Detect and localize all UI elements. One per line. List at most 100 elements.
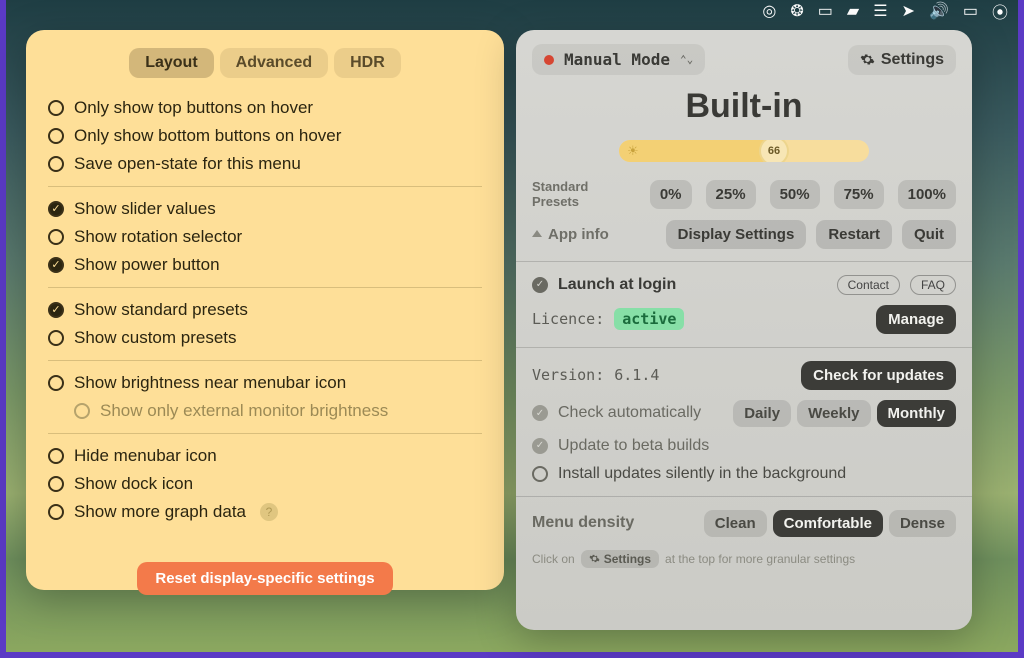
tab-layout[interactable]: Layout [129, 48, 213, 78]
check-icon[interactable] [532, 405, 548, 421]
check-icon [48, 302, 64, 318]
faq-button[interactable]: FAQ [910, 275, 956, 295]
settings-button[interactable]: Settings [848, 45, 956, 75]
pizza-icon[interactable]: ❂ [790, 1, 803, 21]
volume-icon[interactable]: 🔊 [929, 1, 949, 21]
tab-hdr[interactable]: HDR [334, 48, 401, 78]
preset-75[interactable]: 75% [834, 180, 884, 209]
help-icon[interactable]: ? [260, 503, 278, 521]
slider-knob[interactable]: 66 [761, 140, 787, 162]
opt-show-more-graph-data[interactable]: Show more graph data? [48, 498, 482, 526]
sun-icon: ☀ [627, 143, 639, 159]
opt-show-custom-presets[interactable]: Show custom presets [48, 324, 482, 352]
radio-icon [48, 156, 64, 172]
location-icon[interactable]: ➤ [902, 1, 915, 21]
gear-icon [589, 553, 600, 564]
preset-25[interactable]: 25% [706, 180, 756, 209]
display-icon[interactable]: ▭ [818, 1, 833, 21]
check-auto-label: Check automatically [558, 404, 701, 422]
target-icon[interactable]: ◎ [762, 1, 776, 21]
preset-50[interactable]: 50% [770, 180, 820, 209]
radio-icon [48, 100, 64, 116]
launch-at-login-label: Launch at login [558, 276, 676, 294]
restart-button[interactable]: Restart [816, 220, 892, 249]
divider [48, 360, 482, 361]
beta-label: Update to beta builds [558, 437, 709, 455]
opt-save-open-state[interactable]: Save open-state for this menu [48, 150, 482, 178]
reset-display-settings-button[interactable]: Reset display-specific settings [137, 562, 392, 595]
mode-label: Manual Mode [564, 50, 670, 69]
slider-fill [619, 140, 784, 162]
divider [48, 433, 482, 434]
opt-show-standard-presets[interactable]: Show standard presets [48, 296, 482, 324]
preset-100[interactable]: 100% [898, 180, 956, 209]
divider [48, 186, 482, 187]
version-label: Version: [532, 366, 604, 384]
radio-icon [48, 229, 64, 245]
contact-button[interactable]: Contact [837, 275, 900, 295]
hint-settings-chip: Settings [581, 550, 659, 568]
freq-monthly[interactable]: Monthly [877, 400, 957, 427]
update-frequency: Daily Weekly Monthly [733, 400, 956, 427]
status-dot-icon [544, 55, 554, 65]
presets-label: StandardPresets [532, 180, 588, 210]
opt-only-external-brightness[interactable]: Show only external monitor brightness [48, 397, 482, 425]
opt-brightness-menubar[interactable]: Show brightness near menubar icon [48, 369, 482, 397]
check-icon[interactable] [532, 438, 548, 454]
divider [516, 261, 972, 262]
freq-daily[interactable]: Daily [733, 400, 791, 427]
silent-install-label: Install updates silently in the backgrou… [558, 465, 846, 483]
check-updates-button[interactable]: Check for updates [801, 361, 956, 390]
opt-show-power-button[interactable]: Show power button [48, 251, 482, 279]
display-control-panel: Manual Mode ⌃⌄ Settings Built-in ☀ 66 St… [516, 30, 972, 630]
divider [516, 496, 972, 497]
radio-icon [48, 330, 64, 346]
tab-advanced[interactable]: Advanced [220, 48, 328, 78]
check-icon [48, 201, 64, 217]
cloud-icon[interactable]: ▰ [847, 1, 859, 21]
settings-hint: Click on Settings at the top for more gr… [532, 550, 956, 568]
quit-button[interactable]: Quit [902, 220, 956, 249]
radio-icon [48, 448, 64, 464]
radio-icon [48, 504, 64, 520]
radio-icon [48, 375, 64, 391]
gear-icon [860, 52, 875, 67]
density-comfortable[interactable]: Comfortable [773, 510, 883, 537]
radio-icon [74, 403, 90, 419]
licence-label: Licence: [532, 310, 604, 328]
tabs: Layout Advanced HDR [48, 48, 482, 78]
opt-hide-menubar-icon[interactable]: Hide menubar icon [48, 442, 482, 470]
brightness-slider[interactable]: ☀ 66 [619, 140, 869, 162]
density-label: Menu density [532, 514, 634, 532]
display-name: Built-in [532, 87, 956, 126]
check-icon [48, 257, 64, 273]
opt-top-buttons-hover[interactable]: Only show top buttons on hover [48, 94, 482, 122]
radio-icon [48, 128, 64, 144]
updown-icon: ⌃⌄ [680, 53, 693, 66]
mac-menubar: ◎ ❂ ▭ ▰ ☰ ➤ 🔊 ▭ ⦿ [762, 0, 1008, 22]
density-clean[interactable]: Clean [704, 510, 767, 537]
opt-show-dock-icon[interactable]: Show dock icon [48, 470, 482, 498]
opt-bottom-buttons-hover[interactable]: Only show bottom buttons on hover [48, 122, 482, 150]
manage-licence-button[interactable]: Manage [876, 305, 956, 334]
divider [48, 287, 482, 288]
layout-settings-panel: Layout Advanced HDR Only show top button… [26, 30, 504, 590]
density-dense[interactable]: Dense [889, 510, 956, 537]
radio-icon[interactable] [532, 466, 548, 482]
preset-0[interactable]: 0% [650, 180, 692, 209]
caret-icon [532, 230, 542, 237]
opt-show-slider-values[interactable]: Show slider values [48, 195, 482, 223]
licence-badge: active [614, 308, 684, 330]
opt-show-rotation[interactable]: Show rotation selector [48, 223, 482, 251]
divider [516, 347, 972, 348]
battery-icon[interactable]: ▭ [963, 1, 978, 21]
freq-weekly[interactable]: Weekly [797, 400, 870, 427]
display-settings-button[interactable]: Display Settings [666, 220, 807, 249]
radio-icon [48, 476, 64, 492]
wifi-icon[interactable]: ⦿ [992, 0, 1008, 23]
drives-icon[interactable]: ☰ [873, 1, 887, 21]
version-value: 6.1.4 [614, 366, 659, 384]
app-info-toggle[interactable]: App info [532, 226, 609, 243]
mode-selector[interactable]: Manual Mode ⌃⌄ [532, 44, 705, 75]
check-icon[interactable] [532, 277, 548, 293]
